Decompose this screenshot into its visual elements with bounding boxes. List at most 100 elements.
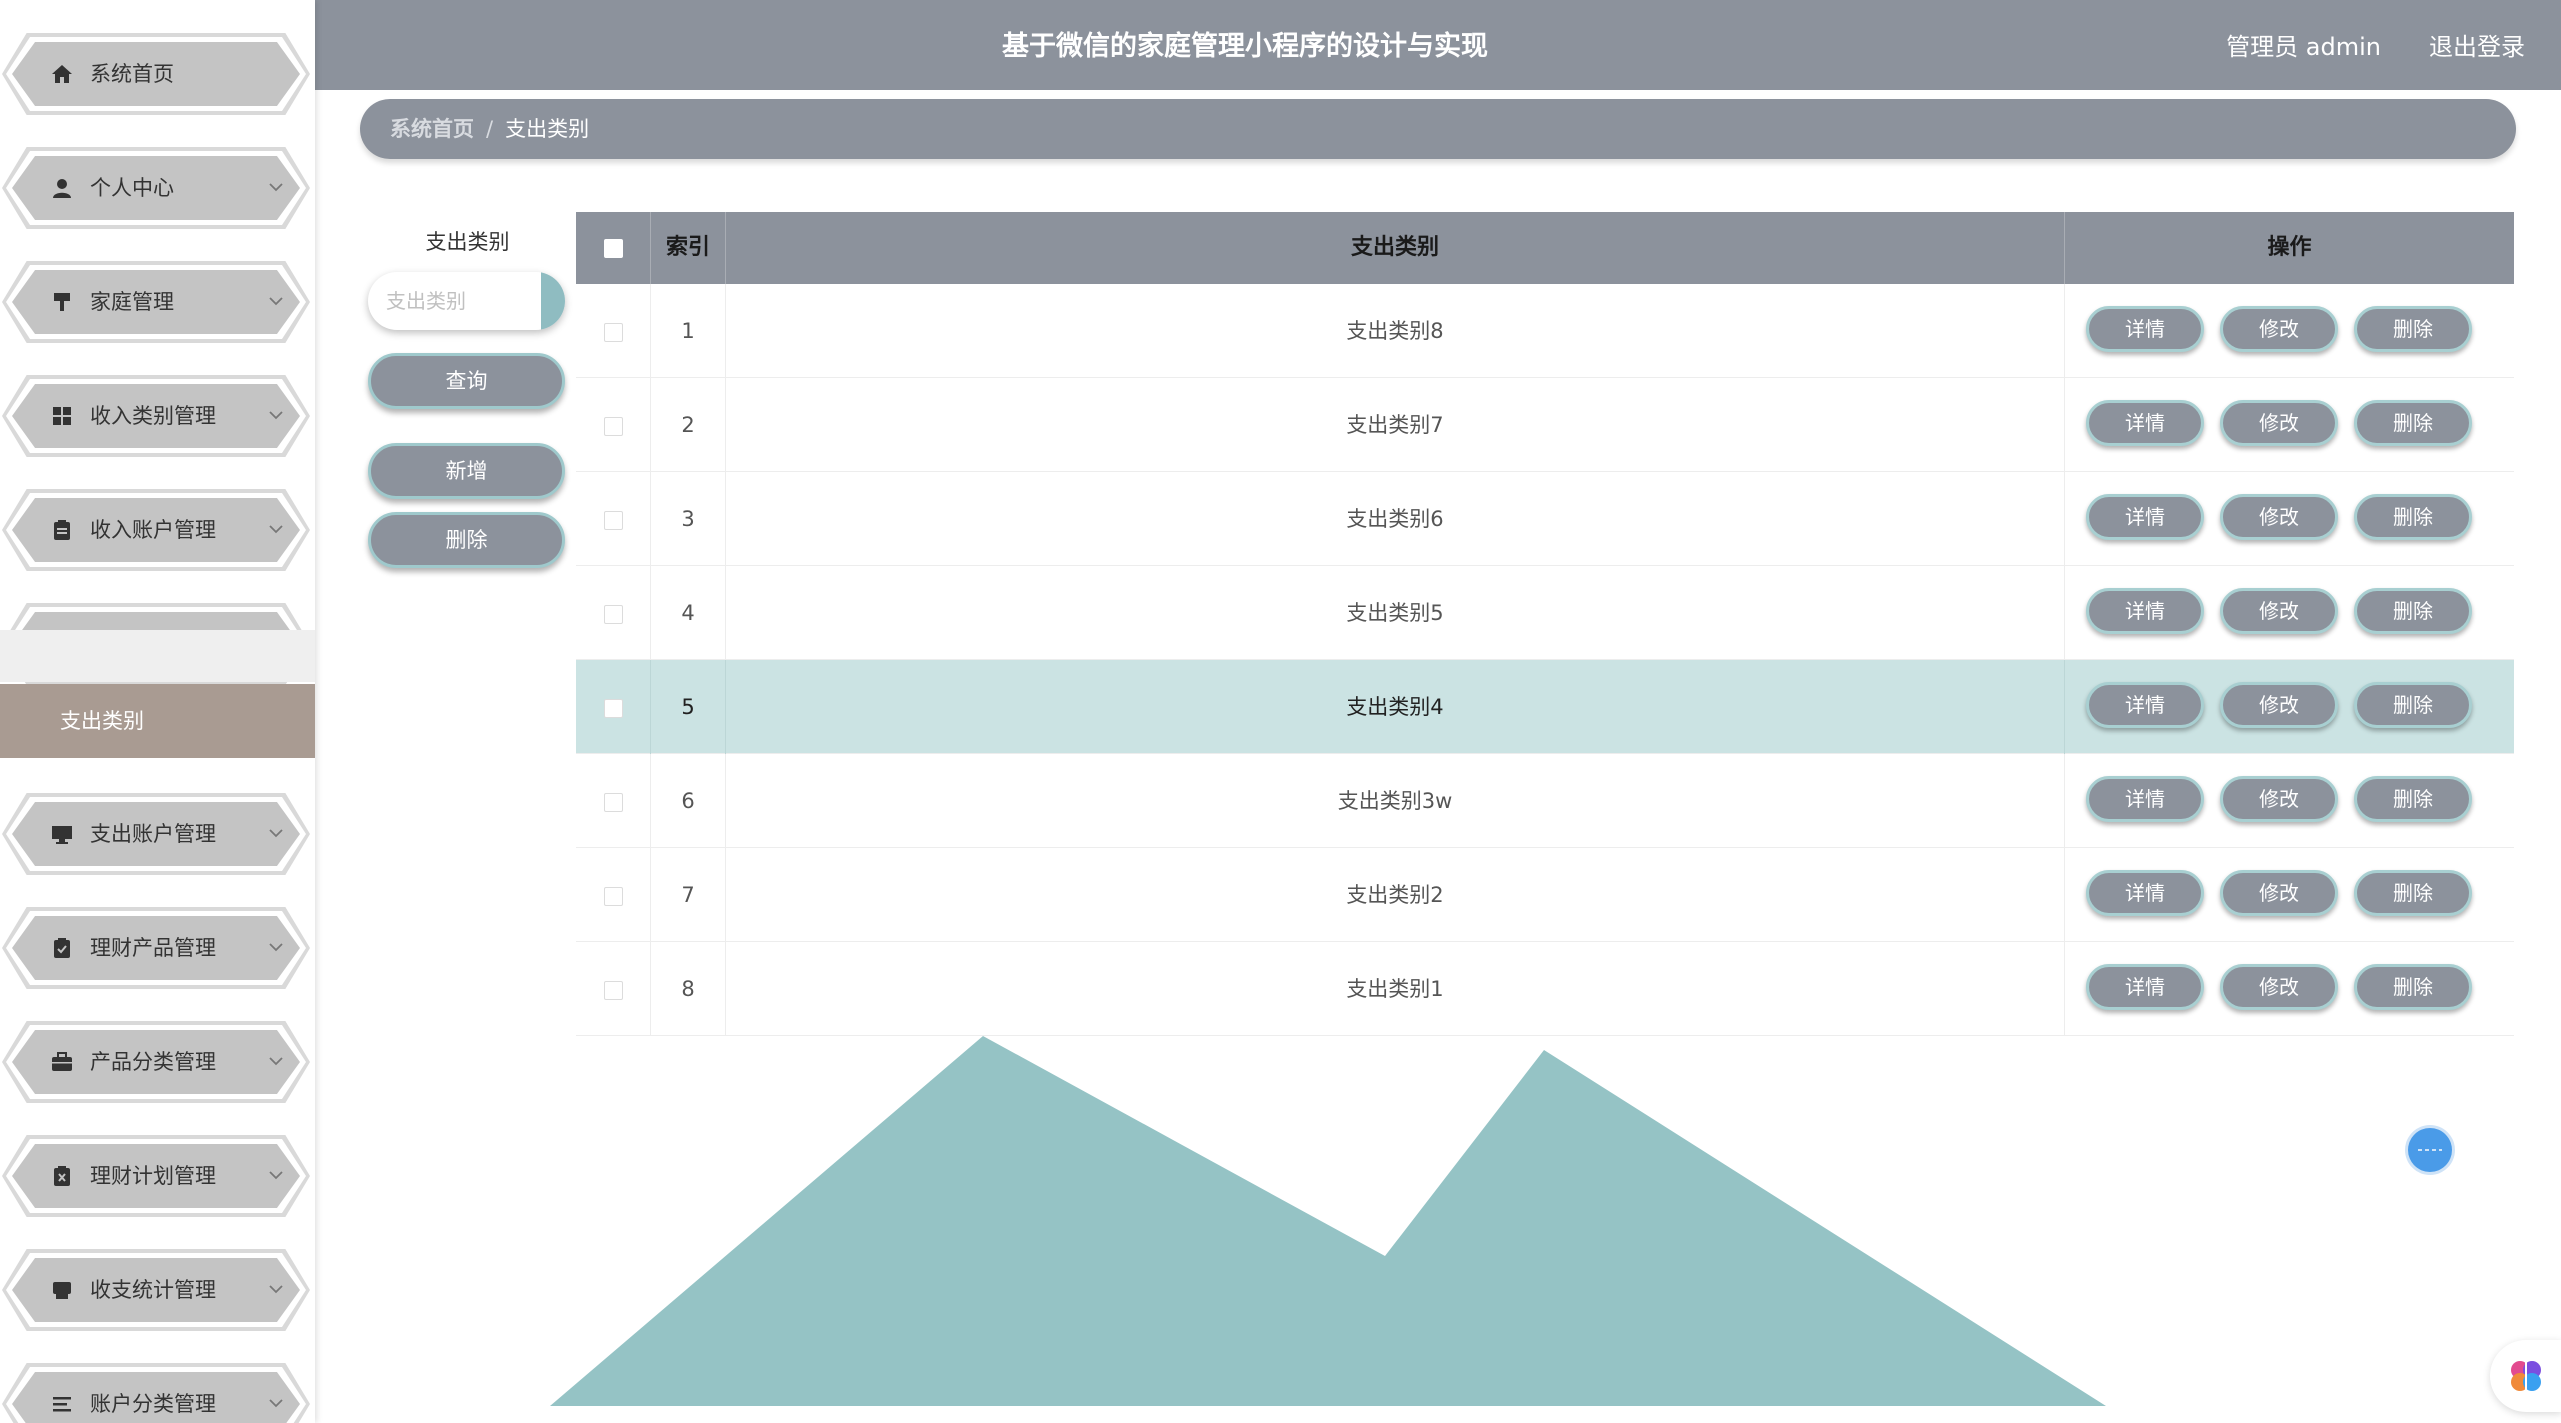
row-index: 4 bbox=[651, 566, 726, 660]
row-index: 7 bbox=[651, 848, 726, 942]
sidebar-item-5[interactable]: 收入账户管理 bbox=[2, 489, 310, 571]
row-select-cell bbox=[576, 942, 651, 1036]
row-select-cell bbox=[576, 284, 651, 378]
detail-button[interactable]: 详情 bbox=[2086, 494, 2204, 540]
search-input[interactable] bbox=[386, 272, 536, 330]
submenu-background bbox=[0, 630, 315, 682]
floating-assistant-button[interactable] bbox=[2408, 1128, 2452, 1172]
header-actions: 操作 bbox=[2267, 235, 2312, 260]
sidebar-item-label: 个人中心 bbox=[90, 176, 174, 200]
search-input-wrapper bbox=[368, 272, 565, 330]
row-category: 支出类别8 bbox=[726, 284, 2065, 378]
detail-button[interactable]: 详情 bbox=[2086, 306, 2204, 352]
table-row[interactable]: 7 支出类别2 详情 修改 删除 bbox=[576, 848, 2514, 942]
sidebar-item-label: 系统首页 bbox=[90, 62, 174, 86]
edit-button[interactable]: 修改 bbox=[2220, 494, 2338, 540]
table-row[interactable]: 5 支出类别4 详情 修改 删除 bbox=[576, 660, 2514, 754]
table-header: 索引 支出类别 操作 bbox=[576, 212, 2514, 284]
detail-button[interactable]: 详情 bbox=[2086, 870, 2204, 916]
row-checkbox[interactable] bbox=[603, 792, 623, 812]
sidebar-item-1[interactable]: 系统首页 bbox=[2, 33, 310, 115]
sidebar-item-12[interactable]: 账户分类管理 bbox=[2, 1363, 310, 1423]
table-row[interactable]: 1 支出类别8 详情 修改 删除 bbox=[576, 284, 2514, 378]
batch-delete-button[interactable]: 删除 bbox=[368, 512, 565, 568]
edit-button[interactable]: 修改 bbox=[2220, 776, 2338, 822]
sidebar-item-label: 理财计划管理 bbox=[90, 1164, 216, 1188]
row-checkbox[interactable] bbox=[603, 886, 623, 906]
detail-button[interactable]: 详情 bbox=[2086, 964, 2204, 1010]
sidebar-item-10[interactable]: 理财计划管理 bbox=[2, 1135, 310, 1217]
delete-button[interactable]: 删除 bbox=[2354, 588, 2472, 634]
detail-button[interactable]: 详情 bbox=[2086, 588, 2204, 634]
table-row[interactable]: 6 支出类别3w 详情 修改 删除 bbox=[576, 754, 2514, 848]
select-all-checkbox[interactable] bbox=[603, 238, 623, 258]
sidebar-item-label: 产品分类管理 bbox=[90, 1050, 216, 1074]
page-title: 基于微信的家庭管理小程序的设计与实现 bbox=[1002, 31, 1488, 62]
table-row[interactable]: 8 支出类别1 详情 修改 删除 bbox=[576, 942, 2514, 1036]
table-body: 1 支出类别8 详情 修改 删除 2 支出类别7 详情 修改 删除 3 支出类别6 详情 修改 删除 4 支出类… bbox=[576, 284, 2514, 1036]
sidebar-item-7[interactable]: 支出账户管理 bbox=[2, 793, 310, 875]
table-row[interactable]: 4 支出类别5 详情 修改 删除 bbox=[576, 566, 2514, 660]
delete-button[interactable]: 删除 bbox=[2354, 964, 2472, 1010]
chevron-down-icon bbox=[264, 289, 288, 313]
sidebar-item-label: 收入账户管理 bbox=[90, 518, 216, 542]
row-checkbox[interactable] bbox=[603, 698, 623, 718]
add-button[interactable]: 新增 bbox=[368, 443, 565, 499]
row-actions: 详情 修改 删除 bbox=[2065, 942, 2514, 1036]
row-checkbox[interactable] bbox=[603, 322, 623, 342]
delete-button[interactable]: 删除 bbox=[2354, 494, 2472, 540]
detail-button[interactable]: 详情 bbox=[2086, 682, 2204, 728]
row-category: 支出类别5 bbox=[726, 566, 2065, 660]
row-select-cell bbox=[576, 472, 651, 566]
row-checkbox[interactable] bbox=[603, 510, 623, 530]
query-button[interactable]: 查询 bbox=[368, 353, 565, 409]
sidebar-subitem-expense-category[interactable]: 支出类别 bbox=[0, 684, 315, 758]
row-select-cell bbox=[576, 754, 651, 848]
detail-button[interactable]: 详情 bbox=[2086, 400, 2204, 446]
row-checkbox[interactable] bbox=[603, 980, 623, 1000]
search-label: 支出类别 bbox=[425, 230, 510, 254]
sidebar-item-9[interactable]: 产品分类管理 bbox=[2, 1021, 310, 1103]
table-row[interactable]: 3 支出类别6 详情 修改 删除 bbox=[576, 472, 2514, 566]
delete-button[interactable]: 删除 bbox=[2354, 870, 2472, 916]
dash-icon bbox=[2418, 1149, 2442, 1151]
breadcrumb: 系统首页 / 支出类别 bbox=[360, 99, 2516, 159]
table-row[interactable]: 2 支出类别7 详情 修改 删除 bbox=[576, 378, 2514, 472]
row-index: 2 bbox=[651, 378, 726, 472]
sidebar-item-11[interactable]: 收支统计管理 bbox=[2, 1249, 310, 1331]
list-icon bbox=[48, 1390, 76, 1418]
delete-button[interactable]: 删除 bbox=[2354, 306, 2472, 352]
row-index: 5 bbox=[651, 660, 726, 754]
edit-button[interactable]: 修改 bbox=[2220, 870, 2338, 916]
row-index: 8 bbox=[651, 942, 726, 1036]
sidebar-item-3[interactable]: 家庭管理 bbox=[2, 261, 310, 343]
row-actions: 详情 修改 删除 bbox=[2065, 754, 2514, 848]
edit-button[interactable]: 修改 bbox=[2220, 400, 2338, 446]
search-input-accent bbox=[541, 272, 565, 330]
sidebar-item-label: 账户分类管理 bbox=[90, 1392, 216, 1416]
sidebar: 系统首页个人中心家庭管理收入类别管理收入账户管理支出类别管理支出账户管理理财产品… bbox=[0, 0, 315, 1423]
breadcrumb-home[interactable]: 系统首页 bbox=[390, 117, 474, 141]
row-checkbox[interactable] bbox=[603, 604, 623, 624]
row-select-cell bbox=[576, 378, 651, 472]
store-icon bbox=[48, 1276, 76, 1304]
sidebar-item-2[interactable]: 个人中心 bbox=[2, 147, 310, 229]
logout-link[interactable]: 退出登录 bbox=[2429, 0, 2525, 94]
clipboard-x-icon bbox=[48, 1162, 76, 1190]
top-header: 基于微信的家庭管理小程序的设计与实现 管理员 admin 退出登录 bbox=[315, 0, 2561, 90]
row-checkbox[interactable] bbox=[603, 416, 623, 436]
edit-button[interactable]: 修改 bbox=[2220, 306, 2338, 352]
corner-widget[interactable] bbox=[2490, 1340, 2561, 1412]
edit-button[interactable]: 修改 bbox=[2220, 682, 2338, 728]
header-index: 索引 bbox=[651, 212, 726, 284]
briefcase-icon bbox=[48, 1048, 76, 1076]
delete-button[interactable]: 删除 bbox=[2354, 400, 2472, 446]
monitor-icon bbox=[48, 820, 76, 848]
delete-button[interactable]: 删除 bbox=[2354, 776, 2472, 822]
edit-button[interactable]: 修改 bbox=[2220, 588, 2338, 634]
sidebar-item-8[interactable]: 理财产品管理 bbox=[2, 907, 310, 989]
delete-button[interactable]: 删除 bbox=[2354, 682, 2472, 728]
detail-button[interactable]: 详情 bbox=[2086, 776, 2204, 822]
sidebar-item-4[interactable]: 收入类别管理 bbox=[2, 375, 310, 457]
edit-button[interactable]: 修改 bbox=[2220, 964, 2338, 1010]
